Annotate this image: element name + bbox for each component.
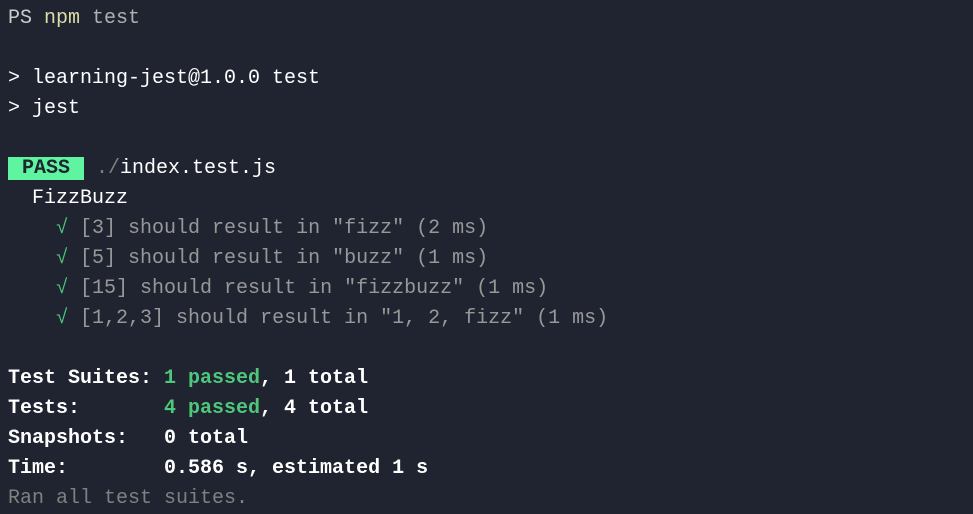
check-icon: √	[56, 307, 68, 330]
summary-label: Time:	[8, 457, 164, 480]
test-desc: [5] should result in "buzz" (1 ms)	[68, 247, 488, 270]
test-desc: [3] should result in "fizz" (2 ms)	[68, 217, 488, 240]
test-indent	[8, 247, 56, 270]
npm-output-line: > learning-jest@1.0.0 test	[8, 64, 965, 94]
test-desc: [1,2,3] should result in "1, 2, fizz" (1…	[68, 307, 608, 330]
test-desc: [15] should result in "fizzbuzz" (1 ms)	[68, 277, 548, 300]
npm-output-line: > jest	[8, 94, 965, 124]
summary-passed: 4 passed	[164, 397, 260, 420]
command-npm: npm	[44, 7, 80, 30]
blank-line	[8, 124, 965, 154]
summary-label: Tests:	[8, 397, 164, 420]
summary-label: Test Suites:	[8, 367, 164, 390]
pass-line: PASS ./index.test.js	[8, 154, 965, 184]
test-result: √ [15] should result in "fizzbuzz" (1 ms…	[8, 274, 965, 304]
prompt-ps: PS	[8, 7, 44, 30]
summary-value: 0 total	[164, 427, 248, 450]
summary-suites: Test Suites: 1 passed, 1 total	[8, 364, 965, 394]
command-arg: test	[80, 7, 140, 30]
pass-badge: PASS	[8, 157, 84, 180]
summary-value: 0.586 s, estimated 1 s	[164, 457, 428, 480]
suite-name: FizzBuzz	[8, 184, 965, 214]
check-icon: √	[56, 277, 68, 300]
check-icon: √	[56, 247, 68, 270]
test-result: √ [3] should result in "fizz" (2 ms)	[8, 214, 965, 244]
blank-line	[8, 334, 965, 364]
check-icon: √	[56, 217, 68, 240]
test-result: √ [5] should result in "buzz" (1 ms)	[8, 244, 965, 274]
summary-label: Snapshots:	[8, 427, 164, 450]
blank-line	[8, 34, 965, 64]
summary-tests: Tests: 4 passed, 4 total	[8, 394, 965, 424]
test-indent	[8, 277, 56, 300]
summary-passed: 1 passed	[164, 367, 260, 390]
summary-ran: Ran all test suites.	[8, 484, 965, 514]
summary-total: , 1 total	[260, 367, 368, 390]
test-result: √ [1,2,3] should result in "1, 2, fizz" …	[8, 304, 965, 334]
summary-snapshots: Snapshots: 0 total	[8, 424, 965, 454]
file-prefix: ./	[84, 157, 120, 180]
prompt-line[interactable]: PS npm test	[8, 4, 965, 34]
test-indent	[8, 307, 56, 330]
test-indent	[8, 217, 56, 240]
summary-time: Time: 0.586 s, estimated 1 s	[8, 454, 965, 484]
summary-total: , 4 total	[260, 397, 368, 420]
file-name: index.test.js	[120, 157, 276, 180]
